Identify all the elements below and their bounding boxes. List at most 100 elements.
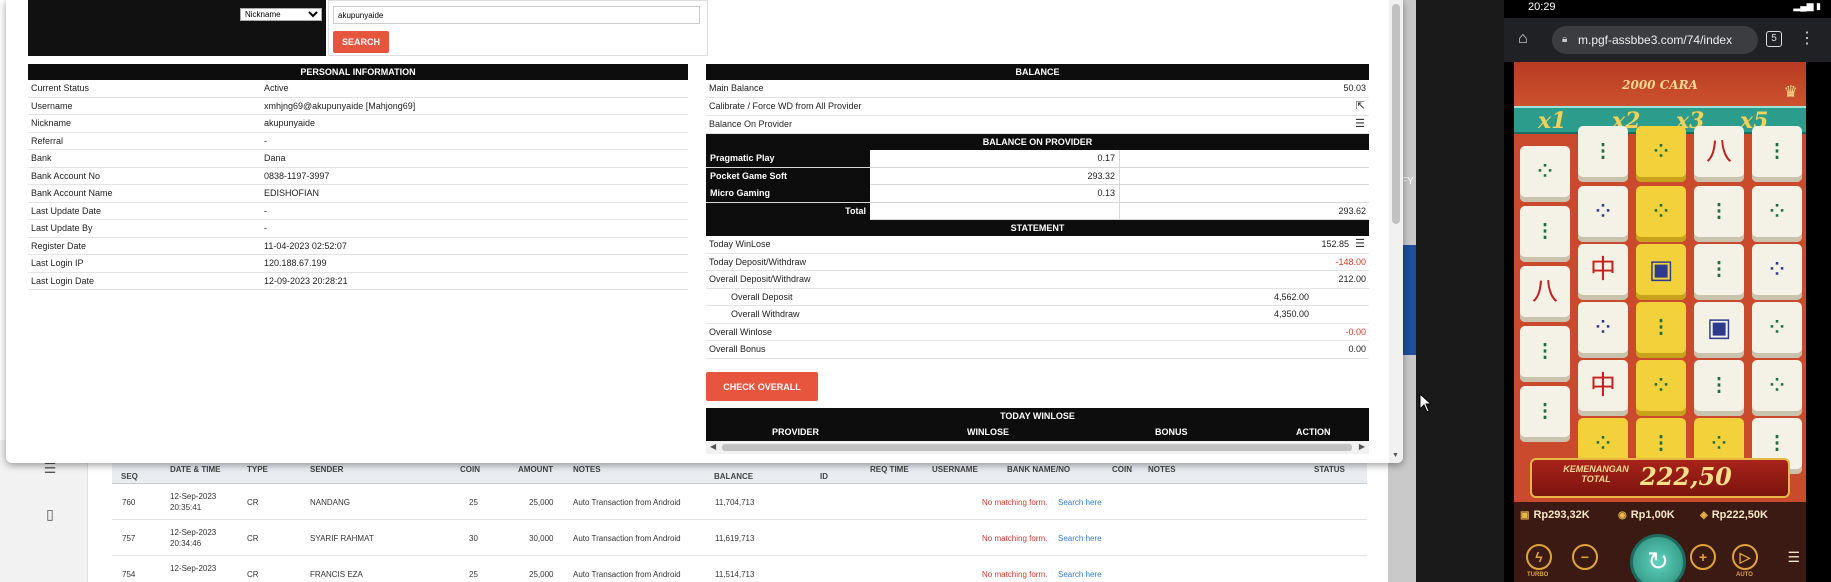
info-value: - bbox=[264, 223, 267, 233]
info-value: 120.188.67.199 bbox=[264, 258, 327, 268]
overall-winlose-label: Overall Winlose bbox=[709, 326, 773, 337]
mouse-cursor-icon bbox=[1419, 393, 1433, 413]
vertical-scroll-thumb[interactable] bbox=[1392, 4, 1400, 224]
header-seq: SEQ bbox=[121, 472, 138, 481]
search-button[interactable]: SEARCH bbox=[333, 31, 389, 53]
auto-spin-icon[interactable]: ▷ bbox=[1732, 544, 1758, 570]
info-value: - bbox=[264, 135, 267, 146]
address-bar[interactable]: 🔒︎ m.pgf-assbbe3.com/74/index bbox=[1552, 26, 1758, 54]
row-coin: 25 bbox=[469, 570, 478, 579]
info-row-referral: Referral - bbox=[28, 133, 688, 150]
trophy-icon[interactable]: ♛ bbox=[1784, 82, 1798, 102]
today-deposit-withdraw-value: -148.00 bbox=[1335, 256, 1366, 267]
mahjong-tile-icon: ⁝ bbox=[1520, 206, 1570, 262]
search-type-select[interactable]: Nickname bbox=[240, 8, 322, 21]
today-winlose-title: TODAY WINLOSE bbox=[706, 408, 1369, 424]
header-balance: BALANCE bbox=[714, 472, 754, 481]
scroll-left-icon[interactable]: ◀ bbox=[710, 442, 716, 451]
list-icon[interactable]: ☰ bbox=[1355, 238, 1365, 251]
provider-value: 0.17 bbox=[870, 150, 1120, 167]
row-type: CR bbox=[247, 534, 259, 543]
provider-value: 293.32 bbox=[870, 167, 1120, 185]
info-value: 12-09-2023 20:28:21 bbox=[264, 275, 348, 286]
scroll-right-icon[interactable]: ▶ bbox=[1359, 442, 1365, 451]
check-overall-button[interactable]: CHECK OVERALL bbox=[706, 372, 818, 401]
game-balance[interactable]: ▣ Rp293,32K bbox=[1520, 509, 1590, 521]
col-action: ACTION bbox=[1296, 427, 1331, 437]
tab-count-button[interactable]: 5 bbox=[1766, 31, 1782, 47]
row-coin: 25 bbox=[469, 498, 478, 507]
mahjong-tile-icon: ⁘ bbox=[1636, 126, 1686, 182]
mahjong-tile-icon: ⁝ bbox=[1752, 126, 1802, 182]
today-deposit-withdraw-label: Today Deposit/Withdraw bbox=[709, 256, 807, 267]
row-search-link[interactable]: Search here bbox=[1058, 570, 1102, 579]
row-amount: 30,000 bbox=[529, 534, 554, 543]
row-coin: 30 bbox=[469, 534, 478, 543]
mahjong-tile-icon: ⁝ bbox=[1694, 186, 1744, 242]
header-req-time: REQ TIME bbox=[870, 465, 909, 474]
turbo-label: TURBO bbox=[1527, 572, 1549, 578]
row-search-link[interactable]: Search here bbox=[1058, 498, 1102, 507]
scroll-down-icon[interactable]: ▼ bbox=[1392, 452, 1399, 459]
turbo-icon[interactable]: ϟ bbox=[1526, 544, 1552, 570]
overall-deposit-value: 4,562.00 bbox=[1273, 291, 1309, 302]
info-row-last-login-ip: Last Login IP 120.188.67.199 bbox=[28, 255, 688, 273]
multiplier-x1: x1 bbox=[1538, 108, 1567, 134]
row-seq: 760 bbox=[122, 498, 136, 507]
today-winlose-header: PROVIDER WINLOSE BONUS ACTION bbox=[706, 424, 1369, 441]
game-menu-icon[interactable]: ☰ bbox=[1787, 549, 1800, 566]
today-winlose-row: Today WinLose 152.85 ☰ bbox=[706, 236, 1369, 254]
info-label: Last Update Date bbox=[31, 205, 102, 216]
info-label: Last Login Date bbox=[31, 275, 95, 286]
mahjong-tile-icon: 八 bbox=[1694, 126, 1744, 182]
book-icon[interactable]: ▯ bbox=[42, 506, 58, 522]
horizontal-scroll-thumb[interactable] bbox=[722, 444, 1352, 451]
mahjong-tile-icon: ⁝ bbox=[1520, 386, 1570, 442]
provider-total-value: 293.62 bbox=[1338, 205, 1366, 216]
info-label: Bank bbox=[31, 153, 52, 163]
header-date-time: DATE & TIME bbox=[170, 465, 221, 474]
today-winlose-value: 152.85 bbox=[1321, 239, 1349, 249]
overall-bonus-row: Overall Bonus 0.00 bbox=[706, 341, 1369, 359]
info-value: xmhjng69@akupunyaide [Mahjong69] bbox=[264, 100, 416, 111]
balance-table: BALANCE Main Balance 50.03 Calibrate / F… bbox=[706, 64, 1369, 359]
status-bar: 20:29 ▂▄▆ ▮ bbox=[1504, 0, 1831, 16]
total-win-label: KEMENANGAN TOTAL bbox=[1563, 464, 1629, 484]
external-link-icon[interactable]: ⇱ bbox=[1356, 100, 1365, 113]
provider-name: Micro Gaming bbox=[706, 185, 870, 202]
spin-icon[interactable]: ↻ bbox=[1630, 534, 1686, 582]
info-value: Active bbox=[264, 83, 289, 93]
info-label: Last Update By bbox=[31, 223, 93, 233]
info-value: 0838-1197-3997 bbox=[264, 170, 330, 181]
overall-bonus-value: 0.00 bbox=[1348, 344, 1366, 354]
row-time: 20:34:46 bbox=[170, 539, 202, 548]
search-input[interactable] bbox=[333, 6, 700, 24]
row-search-link[interactable]: Search here bbox=[1058, 534, 1102, 543]
list-icon[interactable]: ☰ bbox=[1355, 118, 1365, 131]
header-coin: COIN bbox=[460, 465, 480, 474]
personal-information-table: PERSONAL INFORMATION Current Status Acti… bbox=[28, 64, 688, 290]
table-row: 760 12-Sep-2023 20:35:41 CR NANDANG 25 2… bbox=[112, 484, 1367, 520]
more-menu-icon[interactable]: ⋮ bbox=[1799, 28, 1815, 48]
increase-bet-icon[interactable]: + bbox=[1690, 544, 1716, 570]
game-bet[interactable]: ◉ Rp1,00K bbox=[1618, 509, 1675, 521]
header-type: TYPE bbox=[247, 465, 268, 474]
game-ways-label: 2000 CARA bbox=[1622, 78, 1698, 92]
row-time: 20:35:41 bbox=[170, 503, 202, 512]
slot-game[interactable]: 2000 CARA ♛ x1 x2 x3 x5 ⁘ ⁝ ⁘ 八 ⁝ ⁘ ⁘ ⁝ … bbox=[1514, 62, 1806, 582]
row-sender: NANDANG bbox=[310, 498, 351, 507]
balance-on-provider-title: BALANCE ON PROVIDER bbox=[706, 134, 1369, 150]
game-win[interactable]: ◈ Rp222,50K bbox=[1700, 509, 1768, 521]
status-time: 20:29 bbox=[1528, 1, 1556, 13]
auto-label: AUTO bbox=[1736, 572, 1753, 578]
home-icon[interactable]: ⌂ bbox=[1518, 30, 1528, 48]
info-row-register-date: Register Date 11-04-2023 02:52:07 bbox=[28, 238, 688, 255]
horizontal-scrollbar[interactable]: ◀ ▶ bbox=[706, 441, 1369, 454]
header-status: STATUS bbox=[1314, 465, 1345, 474]
coins-icon: ◉ bbox=[1618, 510, 1627, 521]
provider-total-spacer bbox=[870, 202, 1120, 220]
decrease-bet-icon[interactable]: − bbox=[1572, 544, 1598, 570]
vertical-scrollbar[interactable]: ▼ bbox=[1389, 0, 1403, 463]
lock-icon: 🔒︎ bbox=[1562, 34, 1568, 45]
phone-screen: 20:29 ▂▄▆ ▮ ⌂ 🔒︎ m.pgf-assbbe3.com/74/in… bbox=[1504, 0, 1831, 582]
